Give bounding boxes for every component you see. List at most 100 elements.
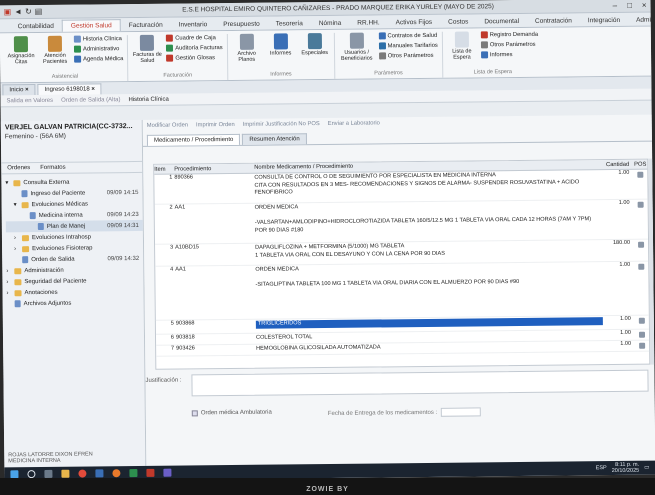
auditoria-facturas-button[interactable]: Auditoría Facturas xyxy=(166,44,223,52)
table-row[interactable]: 4 AA1 ORDEN MEDICA -SITAGLIPTINA TABLETA 1… xyxy=(155,261,649,321)
table-row[interactable]: 2 AA1 ORDEN MEDICA -VALSARTAN+AMLODIPINO+H… xyxy=(154,199,649,245)
expand-arrow-icon[interactable]: › xyxy=(14,235,19,241)
formatos-dropdown[interactable]: Formatos xyxy=(40,165,65,171)
orden-ambulatoria-checkbox[interactable]: Orden médica Ambulatoria xyxy=(191,410,272,417)
app-icon[interactable]: ▣ xyxy=(4,7,12,16)
pos-checkbox[interactable] xyxy=(638,331,646,338)
search-icon[interactable] xyxy=(27,470,36,479)
historia-clinica-dropdown[interactable]: Historia Clínica xyxy=(128,96,168,102)
app-icon[interactable] xyxy=(163,468,172,477)
file-explorer-icon[interactable] xyxy=(61,469,70,478)
pos-checkbox[interactable] xyxy=(638,263,645,270)
facturas-salud-button[interactable]: Facturas de Salud xyxy=(132,34,162,73)
expand-arrow-icon[interactable]: ▾ xyxy=(5,179,10,186)
ribbon: Asignación Citas Atención Pacientes Hist… xyxy=(0,26,652,84)
modificar-orden-button[interactable]: Modificar Orden xyxy=(147,122,188,128)
pos-checkbox[interactable] xyxy=(638,317,645,324)
cell-name-text: CONSULTA DE CONTROL O DE SEGUIMIENTO POR… xyxy=(254,172,580,196)
asignacion-citas-button[interactable]: Asignación Citas xyxy=(6,36,36,74)
notification-icon[interactable]: ▭ xyxy=(644,465,649,471)
agenda-medica-button[interactable]: Agenda Médica xyxy=(74,55,123,63)
atencion-pacientes-button[interactable]: Atención Pacientes xyxy=(40,35,70,74)
expand-arrow-icon[interactable]: › xyxy=(7,290,12,296)
minimize-button[interactable]: – xyxy=(613,1,618,10)
firefox-icon[interactable] xyxy=(112,469,121,478)
expand-arrow-icon[interactable]: › xyxy=(6,279,11,285)
cuadre-caja-button[interactable]: Cuadre de Caja xyxy=(166,34,222,42)
header-cantidad[interactable]: Cantidad xyxy=(603,161,633,167)
tab-integracion[interactable]: Integración xyxy=(580,15,628,27)
header-procedimiento[interactable]: Procedimiento xyxy=(172,165,252,172)
app-icon[interactable] xyxy=(146,468,155,477)
administrativo-button[interactable]: Administrativo xyxy=(73,45,123,53)
app-icon[interactable] xyxy=(95,469,104,478)
pos-checkbox[interactable] xyxy=(638,241,645,248)
tab-contratacion[interactable]: Contratación xyxy=(527,15,580,27)
tree-node[interactable]: Archivos Adjuntos xyxy=(7,297,144,309)
tab-presupuesto[interactable]: Presupuesto xyxy=(215,19,268,31)
contratos-salud-button[interactable]: Contratos de Salud xyxy=(378,32,438,40)
fecha-entrega-select[interactable] xyxy=(441,407,482,417)
orden-salida-button[interactable]: Orden de Salida (Alta) xyxy=(61,97,120,104)
lista-espera-button[interactable]: Lista de Espera xyxy=(447,31,477,69)
expand-arrow-icon[interactable]: ▾ xyxy=(14,201,19,208)
maximize-button[interactable]: □ xyxy=(627,1,632,10)
lang-indicator[interactable]: ESP xyxy=(596,465,607,471)
tab-nomina[interactable]: Nómina xyxy=(311,18,350,29)
header-pos[interactable]: POS xyxy=(633,161,647,167)
especiales-button[interactable]: Especiales xyxy=(300,33,330,71)
gestion-glosas-button[interactable]: Gestión Glosas xyxy=(166,54,222,62)
tab-inventario[interactable]: Inventario xyxy=(171,19,216,30)
close-icon[interactable]: × xyxy=(25,87,29,93)
expand-arrow-icon[interactable]: › xyxy=(6,268,11,274)
otros-parametros-button[interactable]: Otros Parámetros xyxy=(378,52,438,60)
usuarios-beneficiarios-button[interactable]: Usuarios / Beneficiarios xyxy=(339,32,375,70)
expand-arrow-icon[interactable]: › xyxy=(14,246,19,252)
clock[interactable]: 8:11 p. m. 20/10/2025 xyxy=(612,462,640,474)
tab-administracion[interactable]: Administración xyxy=(628,14,655,26)
justificacion-field[interactable] xyxy=(191,369,649,397)
tab-gestion-salud[interactable]: Gestión Salud xyxy=(61,19,121,32)
report-icon xyxy=(273,33,288,50)
archivo-planos-button[interactable]: Archivo Planos xyxy=(232,33,262,72)
registro-demanda-button[interactable]: Registro Demanda xyxy=(480,31,538,39)
imprimir-justificacion-button[interactable]: Imprimir Justificación No POS xyxy=(243,121,320,128)
tab-resumen-atencion[interactable]: Resumen Atención xyxy=(242,133,307,145)
ordenes-dropdown[interactable]: Ordenes xyxy=(7,165,30,171)
tab-inicio[interactable]: Inicio × xyxy=(2,84,36,96)
enviar-laboratorio-button[interactable]: Enviar a Laboratorio xyxy=(328,120,380,127)
tab-costos[interactable]: Costos xyxy=(440,16,476,27)
close-button[interactable]: × xyxy=(642,1,647,10)
tab-ingreso[interactable]: Ingreso 6198018 × xyxy=(37,83,102,96)
tab-medicamento-procedimiento[interactable]: Medicamento / Procedimiento xyxy=(146,133,241,146)
informes-2-button[interactable]: Informes xyxy=(480,51,538,59)
otros-parametros-2-button[interactable]: Otros Parámetros xyxy=(480,41,538,49)
tab-documental[interactable]: Documental xyxy=(476,16,527,28)
folder-icon xyxy=(21,234,29,241)
back-icon[interactable]: ◄ xyxy=(14,7,22,16)
header-item[interactable]: Item xyxy=(154,166,172,172)
historia-clinica-button[interactable]: Historia Clínica xyxy=(73,35,123,43)
task-view-icon[interactable] xyxy=(44,469,53,478)
folder-icon xyxy=(14,267,22,274)
imprimir-orden-button[interactable]: Imprimir Orden xyxy=(196,121,235,127)
informes-button[interactable]: Informes xyxy=(266,33,296,71)
save-icon[interactable]: ▤ xyxy=(35,7,43,16)
tab-rrhh[interactable]: RR.HH. xyxy=(349,17,388,28)
pos-checkbox[interactable] xyxy=(637,171,644,178)
close-icon[interactable]: × xyxy=(91,86,95,92)
cell-qty: 180.00 xyxy=(612,239,631,247)
app-icon[interactable] xyxy=(129,469,138,478)
tab-facturacion[interactable]: Facturación xyxy=(121,20,171,32)
tab-activos-fijos[interactable]: Activos Fijos xyxy=(388,17,441,29)
chrome-icon[interactable] xyxy=(78,469,87,478)
salida-valores-button[interactable]: Salida en Valores xyxy=(6,97,53,103)
document-icon xyxy=(37,222,44,231)
tab-tesoreria[interactable]: Tesorería xyxy=(268,18,311,29)
tab-contabilidad[interactable]: Contabilidad xyxy=(10,21,62,33)
grid-scrollbar[interactable] xyxy=(648,158,655,365)
refresh-icon[interactable]: ↻ xyxy=(25,7,32,16)
manuales-tarifarios-button[interactable]: Manuales Tarifarios xyxy=(378,42,438,50)
pos-checkbox[interactable] xyxy=(637,201,644,208)
pos-checkbox[interactable] xyxy=(639,342,646,349)
